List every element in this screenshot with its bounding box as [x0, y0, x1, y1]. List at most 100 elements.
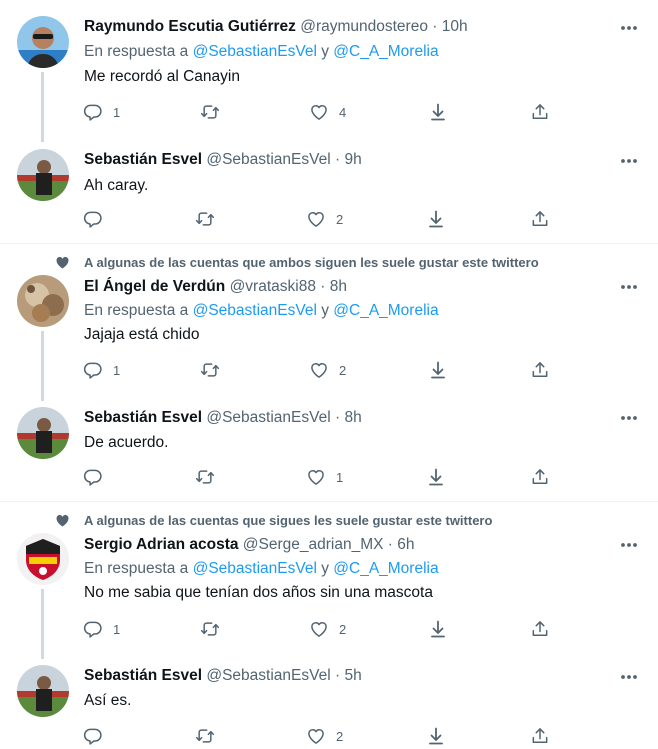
- tweet[interactable]: Raymundo Escutia Gutiérrez @raymundoster…: [0, 0, 658, 142]
- mention-link[interactable]: @C_A_Morelia: [333, 43, 438, 60]
- retweet-button[interactable]: [200, 618, 230, 640]
- reply-icon: [83, 102, 103, 122]
- bookmark-button[interactable]: [428, 618, 448, 640]
- tweet[interactable]: A algunas de las cuentas que sigues les …: [0, 502, 658, 659]
- reply-count: 1: [113, 621, 121, 637]
- avatar[interactable]: [17, 533, 69, 585]
- share-button[interactable]: [530, 101, 550, 123]
- like-button[interactable]: 2: [309, 618, 346, 640]
- tweet-header: Sebastián Esvel @SebastianEsVel · 9h: [84, 151, 362, 169]
- reply-button[interactable]: 1: [83, 101, 120, 123]
- mention-link[interactable]: @SebastianEsVel: [193, 302, 317, 319]
- tweet-text: No me sabia que tenían dos años sin una …: [84, 584, 433, 601]
- like-count: 2: [336, 211, 344, 227]
- author-name[interactable]: Sebastián Esvel: [84, 151, 202, 168]
- reply-button[interactable]: [83, 208, 113, 230]
- author-handle[interactable]: @SebastianEsVel: [206, 151, 330, 168]
- heart-icon: [306, 726, 326, 746]
- separator-dot: ·: [387, 536, 393, 553]
- bookmark-button[interactable]: [426, 466, 446, 488]
- like-button[interactable]: 1: [306, 466, 343, 488]
- like-count: 2: [339, 362, 347, 378]
- tweet-header: Sergio Adrian acosta @Serge_adrian_MX · …: [84, 536, 415, 554]
- author-name[interactable]: Sebastián Esvel: [84, 667, 202, 684]
- like-button[interactable]: 2: [306, 725, 343, 747]
- reply-icon: [83, 467, 103, 487]
- share-button[interactable]: [530, 208, 550, 230]
- like-button[interactable]: 4: [309, 101, 346, 123]
- timestamp[interactable]: 9h: [344, 151, 361, 168]
- share-button[interactable]: [530, 359, 550, 381]
- thread-line: [41, 331, 44, 401]
- like-button[interactable]: 2: [309, 359, 346, 381]
- reply-prefix: En respuesta a: [84, 302, 189, 319]
- mention-link[interactable]: @C_A_Morelia: [333, 560, 438, 577]
- author-handle[interactable]: @SebastianEsVel: [206, 667, 330, 684]
- reply-prefix: En respuesta a: [84, 560, 189, 577]
- author-name[interactable]: El Ángel de Verdún: [84, 278, 225, 295]
- retweet-button[interactable]: [200, 359, 230, 381]
- more-options-icon[interactable]: [619, 667, 639, 687]
- reply-button[interactable]: 1: [83, 359, 120, 381]
- reply-button[interactable]: [83, 466, 113, 488]
- like-button[interactable]: 2: [306, 208, 343, 230]
- timestamp[interactable]: 10h: [442, 18, 468, 35]
- reply-icon: [83, 726, 103, 746]
- avatar[interactable]: [17, 149, 69, 201]
- mention-link[interactable]: @SebastianEsVel: [193, 560, 317, 577]
- avatar[interactable]: [17, 665, 69, 717]
- download-arrow-icon: [429, 468, 443, 486]
- author-handle[interactable]: @Serge_adrian_MX: [243, 536, 384, 553]
- author-handle[interactable]: @SebastianEsVel: [206, 409, 330, 426]
- tweet[interactable]: Sebastián Esvel @SebastianEsVel · 9h Ah …: [0, 142, 658, 243]
- heart-icon: [309, 360, 329, 380]
- reply-button[interactable]: [83, 725, 113, 747]
- tweet[interactable]: Sebastián Esvel @SebastianEsVel · 5h Así…: [0, 659, 658, 749]
- retweet-button[interactable]: [195, 208, 225, 230]
- separator-dot: ·: [432, 18, 438, 35]
- heart-icon: [55, 255, 70, 270]
- share-button[interactable]: [530, 725, 550, 747]
- timestamp[interactable]: 8h: [330, 278, 347, 295]
- tweet-text: De acuerdo.: [84, 434, 169, 451]
- share-button[interactable]: [530, 466, 550, 488]
- tweet[interactable]: A algunas de las cuentas que ambos sigue…: [0, 244, 658, 401]
- author-handle[interactable]: @raymundostereo: [300, 18, 428, 35]
- author-name[interactable]: Raymundo Escutia Gutiérrez: [84, 18, 296, 35]
- more-options-icon[interactable]: [619, 535, 639, 555]
- timestamp[interactable]: 6h: [397, 536, 414, 553]
- thread-line: [41, 589, 44, 659]
- more-options-icon[interactable]: [619, 18, 639, 38]
- avatar[interactable]: [17, 275, 69, 327]
- bookmark-button[interactable]: [426, 208, 446, 230]
- heart-icon: [55, 513, 70, 528]
- reply-count: 1: [113, 104, 121, 120]
- more-options-icon[interactable]: [619, 408, 639, 428]
- more-options-icon[interactable]: [619, 277, 639, 297]
- like-count: 2: [336, 728, 344, 744]
- timestamp[interactable]: 5h: [344, 667, 361, 684]
- separator-dot: ·: [334, 151, 341, 168]
- bookmark-button[interactable]: [426, 725, 446, 747]
- more-options-icon[interactable]: [619, 151, 639, 171]
- tweet-text: Me recordó al Canayin: [84, 68, 240, 85]
- retweet-button[interactable]: [195, 725, 225, 747]
- retweet-button[interactable]: [200, 101, 230, 123]
- reply-button[interactable]: 1: [83, 618, 120, 640]
- retweet-button[interactable]: [195, 466, 225, 488]
- share-button[interactable]: [530, 618, 550, 640]
- retweet-icon: [195, 209, 215, 229]
- author-handle[interactable]: @vrataski88: [230, 278, 316, 295]
- avatar[interactable]: [17, 407, 69, 459]
- reply-context: En respuesta a @SebastianEsVel y @C_A_Mo…: [84, 302, 439, 320]
- tweet-header: El Ángel de Verdún @vrataski88 · 8h: [84, 278, 347, 296]
- mention-link[interactable]: @C_A_Morelia: [333, 302, 438, 319]
- mention-link[interactable]: @SebastianEsVel: [193, 43, 317, 60]
- avatar[interactable]: [17, 16, 69, 68]
- author-name[interactable]: Sergio Adrian acosta: [84, 536, 238, 553]
- bookmark-button[interactable]: [428, 359, 448, 381]
- author-name[interactable]: Sebastián Esvel: [84, 409, 202, 426]
- timestamp[interactable]: 8h: [344, 409, 361, 426]
- bookmark-button[interactable]: [428, 101, 448, 123]
- tweet[interactable]: Sebastián Esvel @SebastianEsVel · 8h De …: [0, 401, 658, 501]
